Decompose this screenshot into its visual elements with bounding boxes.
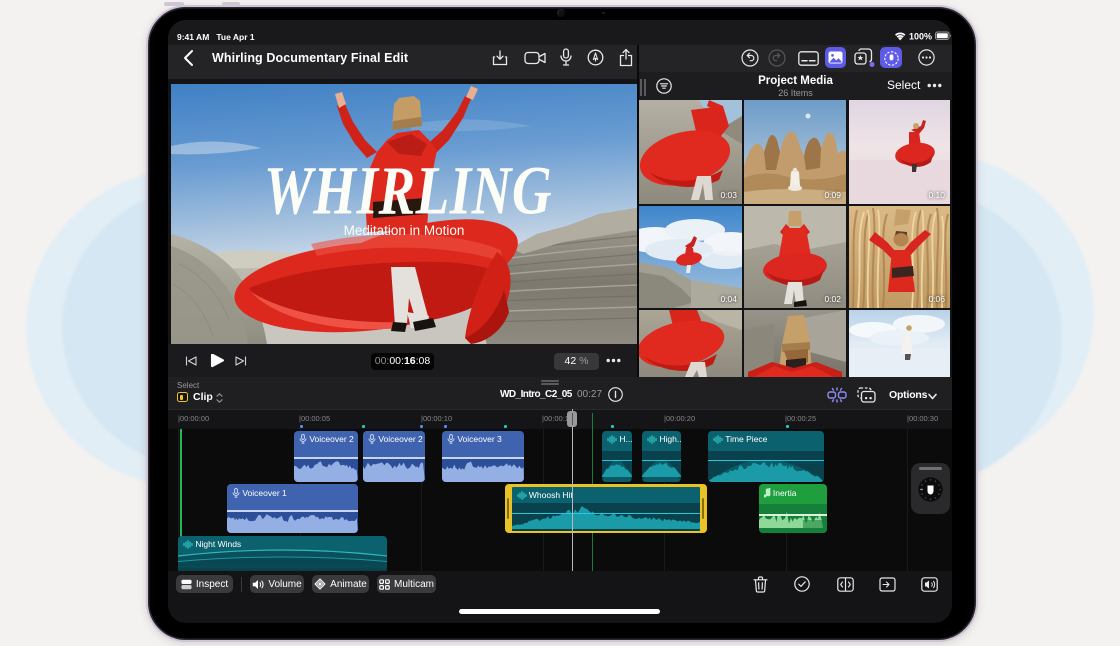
svg-text:100%: 100% [909, 32, 932, 42]
